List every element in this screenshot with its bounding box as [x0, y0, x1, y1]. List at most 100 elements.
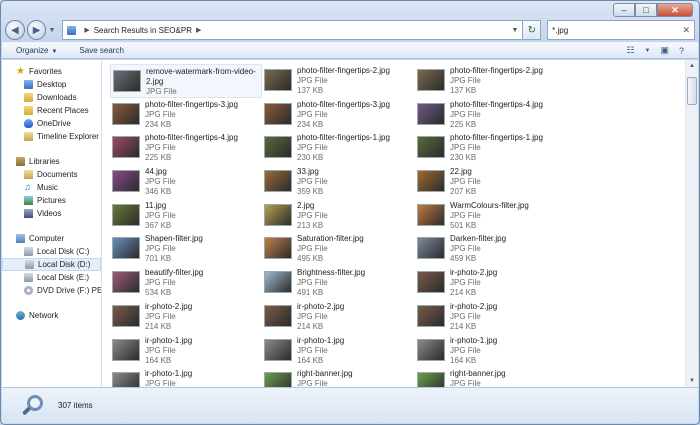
- search-results-icon: [67, 25, 77, 35]
- search-input[interactable]: *.jpg: [552, 26, 568, 35]
- file-item[interactable]: Darken-filter.jpg JPG File 459 KB: [415, 232, 568, 266]
- minimize-button[interactable]: ‒: [613, 3, 635, 17]
- file-name: photo-filter-fingertips-2.jpg: [297, 66, 390, 75]
- file-meta: 2.jpg JPG File 213 KB: [297, 201, 328, 231]
- nav-item-music[interactable]: ♫ Music: [2, 181, 101, 194]
- nav-item-pictures[interactable]: Pictures: [2, 194, 101, 207]
- file-meta: ir-photo-1.jpgJPG File164 KB: [450, 336, 497, 366]
- file-item[interactable]: ir-photo-1.jpgJPG File164 KB: [262, 334, 415, 368]
- file-item[interactable]: photo-filter-fingertips-3.jpg JPG File 234…: [262, 98, 415, 132]
- file-item[interactable]: ir-photo-1.jpgJPG File164 KB: [110, 367, 262, 387]
- file-type: JPG File: [297, 379, 328, 387]
- forward-button[interactable]: ▶: [26, 20, 47, 40]
- clear-search-icon[interactable]: ✕: [682, 25, 690, 36]
- help-icon[interactable]: ?: [679, 46, 684, 56]
- nav-item-downloads[interactable]: Downloads: [2, 91, 101, 104]
- file-size: 207 KB: [450, 187, 477, 197]
- file-size: 230 KB: [297, 153, 324, 163]
- file-item[interactable]: Brightness-filter.jpg JPG File 491 KB: [262, 266, 415, 300]
- network-header[interactable]: Network: [2, 309, 101, 322]
- nav-item-onedrive[interactable]: OneDrive: [2, 117, 101, 130]
- file-item[interactable]: 33.jpg JPG File 359 KB: [262, 165, 415, 199]
- file-size: 234 KB: [145, 119, 172, 129]
- file-item[interactable]: 44.jpg JPG File 346 KB: [110, 165, 262, 199]
- file-size: 214 KB: [145, 321, 172, 331]
- refresh-button[interactable]: ↻: [523, 20, 542, 40]
- scroll-down-icon[interactable]: ▼: [686, 375, 698, 387]
- file-item[interactable]: photo-filter-fingertips-1.jpg JPG File 230…: [262, 131, 415, 165]
- file-size: 359 KB: [297, 187, 324, 197]
- image-thumbnail-icon: [417, 271, 445, 294]
- file-item[interactable]: 11.jpg JPG File 367 KB: [110, 199, 262, 233]
- nav-item-documents[interactable]: Documents: [2, 168, 101, 181]
- scroll-up-icon[interactable]: ▲: [686, 60, 698, 72]
- file-item[interactable]: 22.jpg JPG File 207 KB: [415, 165, 568, 199]
- file-item[interactable]: photo-filter-fingertips-2.jpg JPG File 137…: [415, 64, 568, 98]
- recent-pages-dropdown[interactable]: ▼: [48, 27, 58, 34]
- close-button[interactable]: ✕: [657, 3, 693, 17]
- nav-item-local-disk-d[interactable]: Local Disk (D:): [2, 258, 101, 271]
- file-item[interactable]: photo-filter-fingertips-2.jpg JPG File 137…: [262, 64, 415, 98]
- maximize-button[interactable]: □: [635, 3, 657, 17]
- file-item[interactable]: right-banner.jpg JPG File: [262, 367, 415, 387]
- organize-button[interactable]: Organize ▼: [16, 46, 57, 55]
- file-size: 213 KB: [297, 220, 324, 230]
- file-item[interactable]: photo-filter-fingertips-3.jpg JPG File 234…: [110, 98, 262, 132]
- file-meta: ir-photo-2.jpg JPG File 214 KB: [145, 302, 192, 332]
- file-meta: beautify-filter.jpg JPG File 534 KB: [145, 268, 203, 298]
- computer-header[interactable]: Computer: [2, 232, 101, 245]
- breadcrumb-search-results[interactable]: Search Results in SEO&PR: [94, 26, 192, 35]
- item-count: 307 items: [58, 401, 93, 410]
- file-item[interactable]: 2.jpg JPG File 213 KB: [262, 199, 415, 233]
- file-item[interactable]: photo-filter-fingertips-4.jpg JPG File 225…: [110, 131, 262, 165]
- file-item[interactable]: ir-photo-2.jpg JPG File 214 KB: [110, 300, 262, 334]
- file-item[interactable]: Shapen-filter.jpg JPG File 701 KB: [110, 232, 262, 266]
- nav-item-timeline-explorer[interactable]: Timeline Explorer: [2, 130, 101, 143]
- file-meta: ir-photo-1.jpgJPG File164 KB: [297, 336, 344, 366]
- nav-item-label: DVD Drive (F:) PETER: [37, 286, 101, 295]
- nav-item-recent-places[interactable]: Recent Places: [2, 104, 101, 117]
- back-button[interactable]: ◀: [5, 20, 25, 40]
- file-meta: 33.jpg JPG File 359 KB: [297, 167, 328, 197]
- file-item[interactable]: ir-photo-2.jpg JPG File 214 KB: [415, 300, 568, 334]
- file-name: Shapen-filter.jpg: [145, 234, 203, 244]
- image-thumbnail-icon: [112, 237, 140, 260]
- nav-item-local-disk-c[interactable]: Local Disk (C:): [2, 245, 101, 258]
- scrollbar-thumb[interactable]: [687, 77, 697, 105]
- view-options-icon[interactable]: ☷: [626, 45, 634, 56]
- search-box[interactable]: *.jpg ✕: [547, 20, 696, 40]
- file-type: JPG File: [145, 278, 176, 288]
- details-pane: 307 items: [2, 387, 698, 423]
- file-item[interactable]: ir-photo-1.jpgJPG File164 KB: [110, 334, 262, 368]
- file-item[interactable]: photo-filter-fingertips-1.jpg JPG File 230…: [415, 131, 568, 165]
- file-item[interactable]: right-banner.jpg JPG File: [415, 367, 568, 387]
- image-thumbnail-icon: [264, 372, 292, 387]
- nav-item-videos[interactable]: Videos: [2, 207, 101, 220]
- libraries-header[interactable]: Libraries: [2, 155, 101, 168]
- address-dropdown-icon[interactable]: ▼: [511, 27, 518, 34]
- file-item[interactable]: remove-watermark-from-video-2.jpg JPG Fil…: [110, 64, 262, 98]
- onedrive-cloud-icon: [24, 119, 33, 128]
- favorites-header[interactable]: ★ Favorites: [2, 65, 101, 78]
- breadcrumb-separator-icon[interactable]: ▶: [84, 26, 89, 34]
- file-item[interactable]: Saturation-filter.jpg JPG File 495 KB: [262, 232, 415, 266]
- breadcrumb-chevron-icon[interactable]: ▶: [196, 26, 201, 34]
- file-item[interactable]: ir-photo-1.jpgJPG File164 KB: [415, 334, 568, 368]
- file-item[interactable]: ir-photo-2.jpg JPG File 214 KB: [262, 300, 415, 334]
- file-name: photo-filter-fingertips-4.jpg: [145, 133, 238, 143]
- preview-pane-icon[interactable]: ▣: [660, 45, 669, 56]
- save-search-button[interactable]: Save search: [79, 46, 123, 55]
- nav-item-label: Music: [37, 183, 58, 192]
- nav-item-desktop[interactable]: Desktop: [2, 78, 101, 91]
- nav-item-local-disk-e[interactable]: Local Disk (E:): [2, 271, 101, 284]
- file-name: beautify-filter.jpg: [145, 268, 204, 278]
- vertical-scrollbar[interactable]: ▲ ▼: [685, 60, 698, 387]
- address-bar[interactable]: ▶ Search Results in SEO&PR ▶ ▼: [62, 20, 524, 40]
- file-item[interactable]: beautify-filter.jpg JPG File 534 KB: [110, 266, 262, 300]
- libraries-group: Libraries Documents ♫ Music Pictures Vide…: [2, 155, 101, 220]
- nav-item-dvd-drive[interactable]: DVD Drive (F:) PETER: [2, 284, 101, 297]
- file-item[interactable]: WarmColours-filter.jpg JPG File 501 KB: [415, 199, 568, 233]
- file-item[interactable]: photo-filter-fingertips-4.jpg JPG File 225…: [415, 98, 568, 132]
- view-dropdown-icon[interactable]: ▼: [645, 48, 651, 54]
- file-item[interactable]: ir-photo-2.jpg JPG File 214 KB: [415, 266, 568, 300]
